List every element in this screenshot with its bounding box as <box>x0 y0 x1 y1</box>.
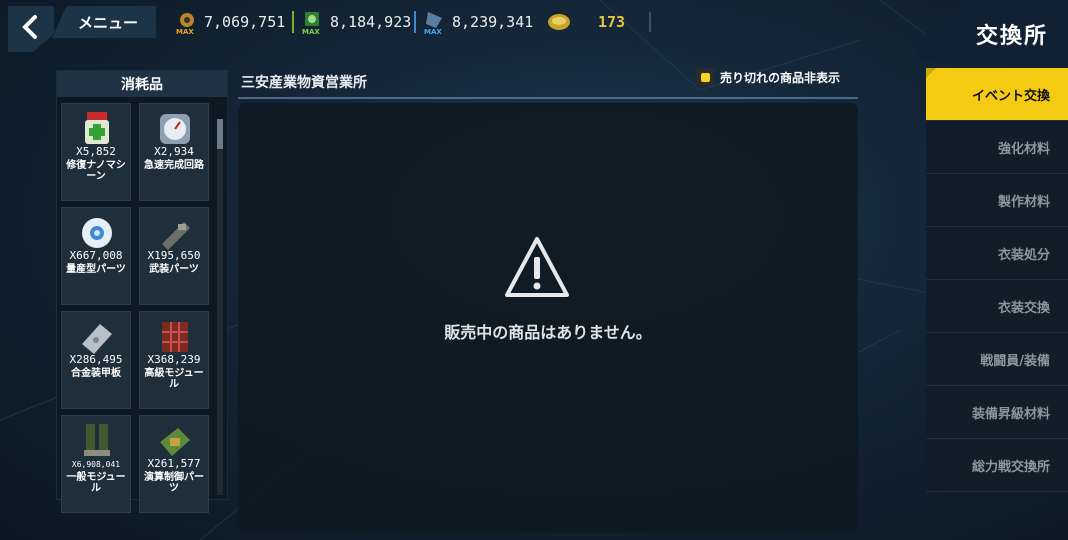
inventory-grid: X5,852 修復ナノマシーン X2,934 急速完成回路 X667,008 量… <box>61 103 209 513</box>
resource-blue-value: 8,239,341 <box>452 13 534 31</box>
shop-panel: 販売中の商品はありません。 <box>238 103 858 533</box>
repair-nanomachine-icon <box>85 112 109 144</box>
general-module-icon <box>84 424 110 456</box>
resource-gear: MAX 7,069,751 <box>174 10 286 36</box>
chevron-left-icon <box>22 15 37 39</box>
checkbox-icon[interactable] <box>696 68 714 86</box>
inventory-panel: 消耗品 X5,852 修復ナノマシーン X2,934 急速完成回路 X667,0… <box>56 70 228 513</box>
tab-equipment-upgrade-materials[interactable]: 装備昇級材料 <box>926 386 1068 439</box>
tab-event-exchange[interactable]: イベント交換 <box>926 68 1068 121</box>
resource-green: MAX 8,184,923 <box>292 10 412 36</box>
resource-gear-value: 7,069,751 <box>204 13 286 31</box>
warning-icon <box>505 237 569 297</box>
green-max-icon: MAX <box>300 10 324 36</box>
tab-costume-disposal[interactable]: 衣装処分 <box>926 227 1068 280</box>
inventory-item[interactable]: X368,239 高級モジュール <box>139 311 209 409</box>
divider <box>649 12 652 32</box>
page-title: 交換所 <box>975 24 1048 49</box>
menu-button[interactable]: メニュー <box>52 6 156 38</box>
tab-enhance-materials[interactable]: 強化材料 <box>926 121 1068 174</box>
resource-green-value: 8,184,923 <box>330 13 412 31</box>
resource-blue: MAX 8,239,341 <box>414 10 534 36</box>
inventory-item[interactable]: X2,934 急速完成回路 <box>139 103 209 201</box>
weapon-parts-icon <box>162 222 190 250</box>
control-parts-icon <box>160 428 190 456</box>
inventory-heading: 消耗品 <box>57 71 227 97</box>
resource-coin-value: 173 <box>598 13 626 31</box>
tab-total-war-exchange[interactable]: 総力戦交換所 <box>926 439 1068 492</box>
empty-message: 販売中の商品はありません。 <box>444 323 652 342</box>
gear-max-icon: MAX <box>174 10 198 36</box>
hide-soldout-label: 売り切れの商品非表示 <box>720 70 841 85</box>
scroll-thumb[interactable] <box>217 119 223 149</box>
resource-coin: 173 <box>546 10 652 34</box>
inventory-item[interactable]: X195,650 武装パーツ <box>139 207 209 305</box>
inventory-item[interactable]: X6,908,041 一般モジュール <box>61 415 131 513</box>
advanced-module-icon <box>162 322 188 352</box>
divider <box>238 97 858 99</box>
tab-craft-materials[interactable]: 製作材料 <box>926 174 1068 227</box>
quick-circuit-icon <box>160 114 190 144</box>
category-tabs: イベント交換 強化材料 製作材料 衣装処分 衣装交換 戦闘員/装備 装備昇級材料… <box>926 68 1068 492</box>
hide-soldout-toggle[interactable]: 売り切れの商品非表示 <box>696 68 840 86</box>
inventory-item[interactable]: X286,495 合金装甲板 <box>61 311 131 409</box>
inventory-item[interactable]: X261,577 演算制御パーツ <box>139 415 209 513</box>
shop-title: 三安産業物資営業所 <box>241 75 367 91</box>
alloy-armor-icon <box>82 324 112 354</box>
back-button[interactable] <box>8 6 54 52</box>
blue-max-icon: MAX <box>422 10 446 36</box>
inventory-item[interactable]: X5,852 修復ナノマシーン <box>61 103 131 201</box>
tab-costume-exchange[interactable]: 衣装交換 <box>926 280 1068 333</box>
mass-production-parts-icon <box>82 218 112 248</box>
inventory-item[interactable]: X667,008 量産型パーツ <box>61 207 131 305</box>
inventory-scrollbar[interactable] <box>217 119 223 495</box>
gold-coin-icon <box>546 10 570 34</box>
tab-combatant-equipment[interactable]: 戦闘員/装備 <box>926 333 1068 386</box>
